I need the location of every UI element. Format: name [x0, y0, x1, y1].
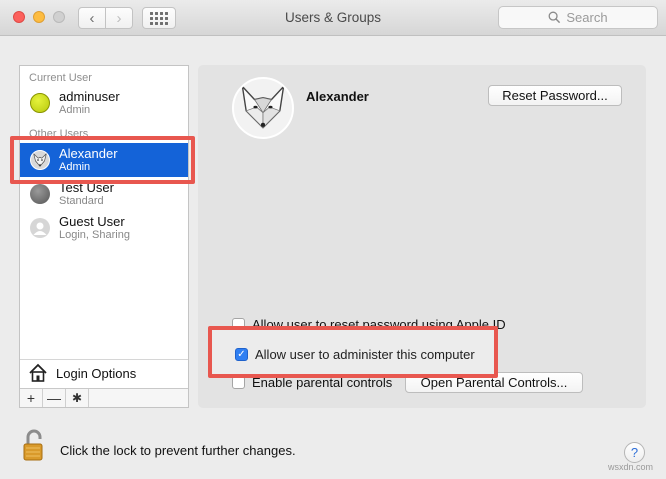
help-button[interactable]: ? — [624, 442, 645, 463]
watermark: wsxdn.com — [608, 462, 654, 472]
user-detail-panel: Alexander Reset Password... Allow user t… — [198, 65, 646, 408]
user-name: Test User — [59, 180, 114, 195]
add-user-button[interactable]: + — [20, 389, 43, 407]
enable-parental-controls-row[interactable]: Enable parental controls — [232, 374, 392, 390]
sidebar-toolbar: + — ✱ — [20, 388, 188, 407]
search-icon — [548, 11, 561, 24]
reset-password-button[interactable]: Reset Password... — [488, 85, 622, 106]
user-name: adminuser — [59, 89, 120, 104]
title-bar: ‹ › Users & Groups Search — [0, 0, 666, 36]
action-menu-button[interactable]: ✱ — [66, 389, 89, 407]
user-name: Alexander — [59, 146, 118, 161]
fox-avatar — [30, 150, 50, 170]
search-placeholder: Search — [566, 10, 608, 25]
user-role: Login, Sharing — [59, 229, 130, 241]
user-role: Admin — [59, 161, 91, 173]
allow-reset-apple-id-checkbox[interactable] — [232, 317, 245, 331]
user-name: Guest User — [59, 214, 125, 229]
users-sidebar: Current User adminuser Admin Other Users… — [19, 65, 189, 408]
other-users-label: Other Users — [29, 128, 89, 140]
gray-ball-avatar — [30, 184, 50, 204]
selected-user-name: Alexander — [306, 89, 369, 104]
tennis-ball-avatar — [30, 93, 50, 113]
enable-parental-controls-label: Enable parental controls — [252, 374, 393, 390]
user-role: Admin — [59, 104, 91, 116]
allow-reset-apple-id-label: Allow user to reset password using Apple… — [252, 316, 506, 332]
allow-reset-apple-id-row[interactable]: Allow user to reset password using Apple… — [232, 316, 506, 332]
user-item-guest-user[interactable]: Guest User Login, Sharing — [20, 211, 188, 245]
house-icon — [29, 363, 47, 382]
user-item-test-user[interactable]: Test User Standard — [20, 177, 188, 211]
minus-icon: — — [47, 390, 61, 406]
search-field[interactable]: Search — [498, 6, 658, 29]
lock-icon[interactable] — [22, 428, 46, 462]
plus-icon: + — [26, 390, 36, 406]
login-options-item[interactable]: Login Options — [20, 359, 188, 387]
remove-user-button[interactable]: — — [43, 389, 66, 407]
open-parental-controls-button[interactable]: Open Parental Controls... — [405, 372, 583, 393]
guest-silhouette-avatar — [30, 218, 50, 238]
question-mark-icon: ? — [630, 445, 639, 460]
user-role: Standard — [59, 195, 104, 207]
user-picture[interactable] — [232, 77, 294, 139]
login-options-label: Login Options — [56, 366, 137, 381]
current-user-label: Current User — [29, 72, 92, 84]
fox-avatar — [241, 84, 285, 129]
lock-status-text: Click the lock to prevent further change… — [60, 443, 296, 458]
enable-parental-controls-checkbox[interactable] — [232, 375, 245, 389]
gear-icon: ✱ — [71, 391, 83, 405]
user-item-adminuser[interactable]: adminuser Admin — [20, 86, 188, 120]
user-item-alexander[interactable]: Alexander Admin — [20, 143, 188, 177]
